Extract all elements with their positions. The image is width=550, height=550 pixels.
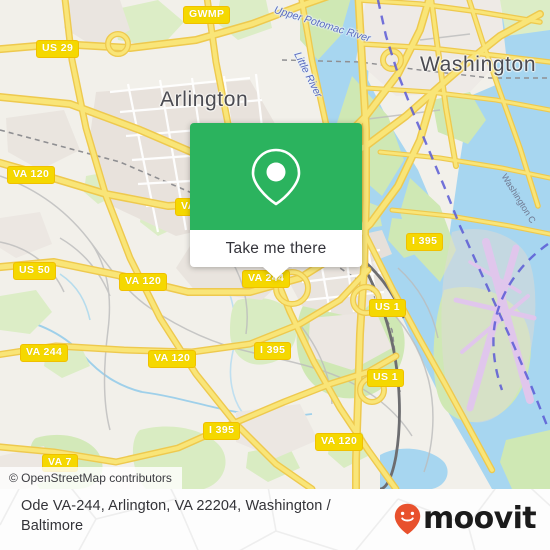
footer-bar: Ode VA-244, Arlington, VA 22204, Washing…: [0, 489, 550, 550]
road-shield: US 1: [369, 299, 406, 317]
destination-card-header: [190, 123, 362, 230]
road-shield: I 395: [254, 342, 292, 360]
map-label-washington: Washington: [420, 53, 537, 76]
road-shield: I 395: [203, 422, 241, 440]
map-pin-icon: [251, 148, 301, 205]
take-me-there-label: Take me there: [225, 239, 327, 257]
moovit-logo: moovit: [394, 501, 537, 536]
destination-card-pointer: [263, 267, 289, 279]
map-attribution-text: © OpenStreetMap contributors: [9, 471, 172, 485]
road-shield: VA 120: [7, 166, 56, 184]
road-shield: I 395: [406, 233, 444, 251]
road-shield: VA 244: [20, 344, 69, 362]
road-shield: US 29: [36, 40, 80, 58]
road-shield: US 1: [367, 369, 404, 387]
map-canvas[interactable]: Arlington Washington Upper Potomac River…: [0, 0, 550, 489]
road-shield: VA 120: [148, 350, 197, 368]
moovit-wordmark: moovit: [422, 501, 537, 536]
take-me-there-button[interactable]: Take me there: [190, 230, 362, 267]
road-shield: GWMP: [183, 6, 231, 24]
moovit-pin-icon: [394, 503, 421, 535]
map-label-arlington: Arlington: [160, 88, 249, 111]
road-shield: VA 120: [315, 433, 364, 451]
location-title: Ode VA-244, Arlington, VA 22204, Washing…: [21, 498, 331, 534]
destination-card[interactable]: Take me there: [190, 123, 362, 279]
road-shield: VA 120: [119, 273, 168, 291]
moovit-map-screenshot: Arlington Washington Upper Potomac River…: [0, 0, 550, 550]
map-attribution[interactable]: © OpenStreetMap contributors: [0, 467, 182, 489]
road-shield: US 50: [13, 262, 57, 280]
